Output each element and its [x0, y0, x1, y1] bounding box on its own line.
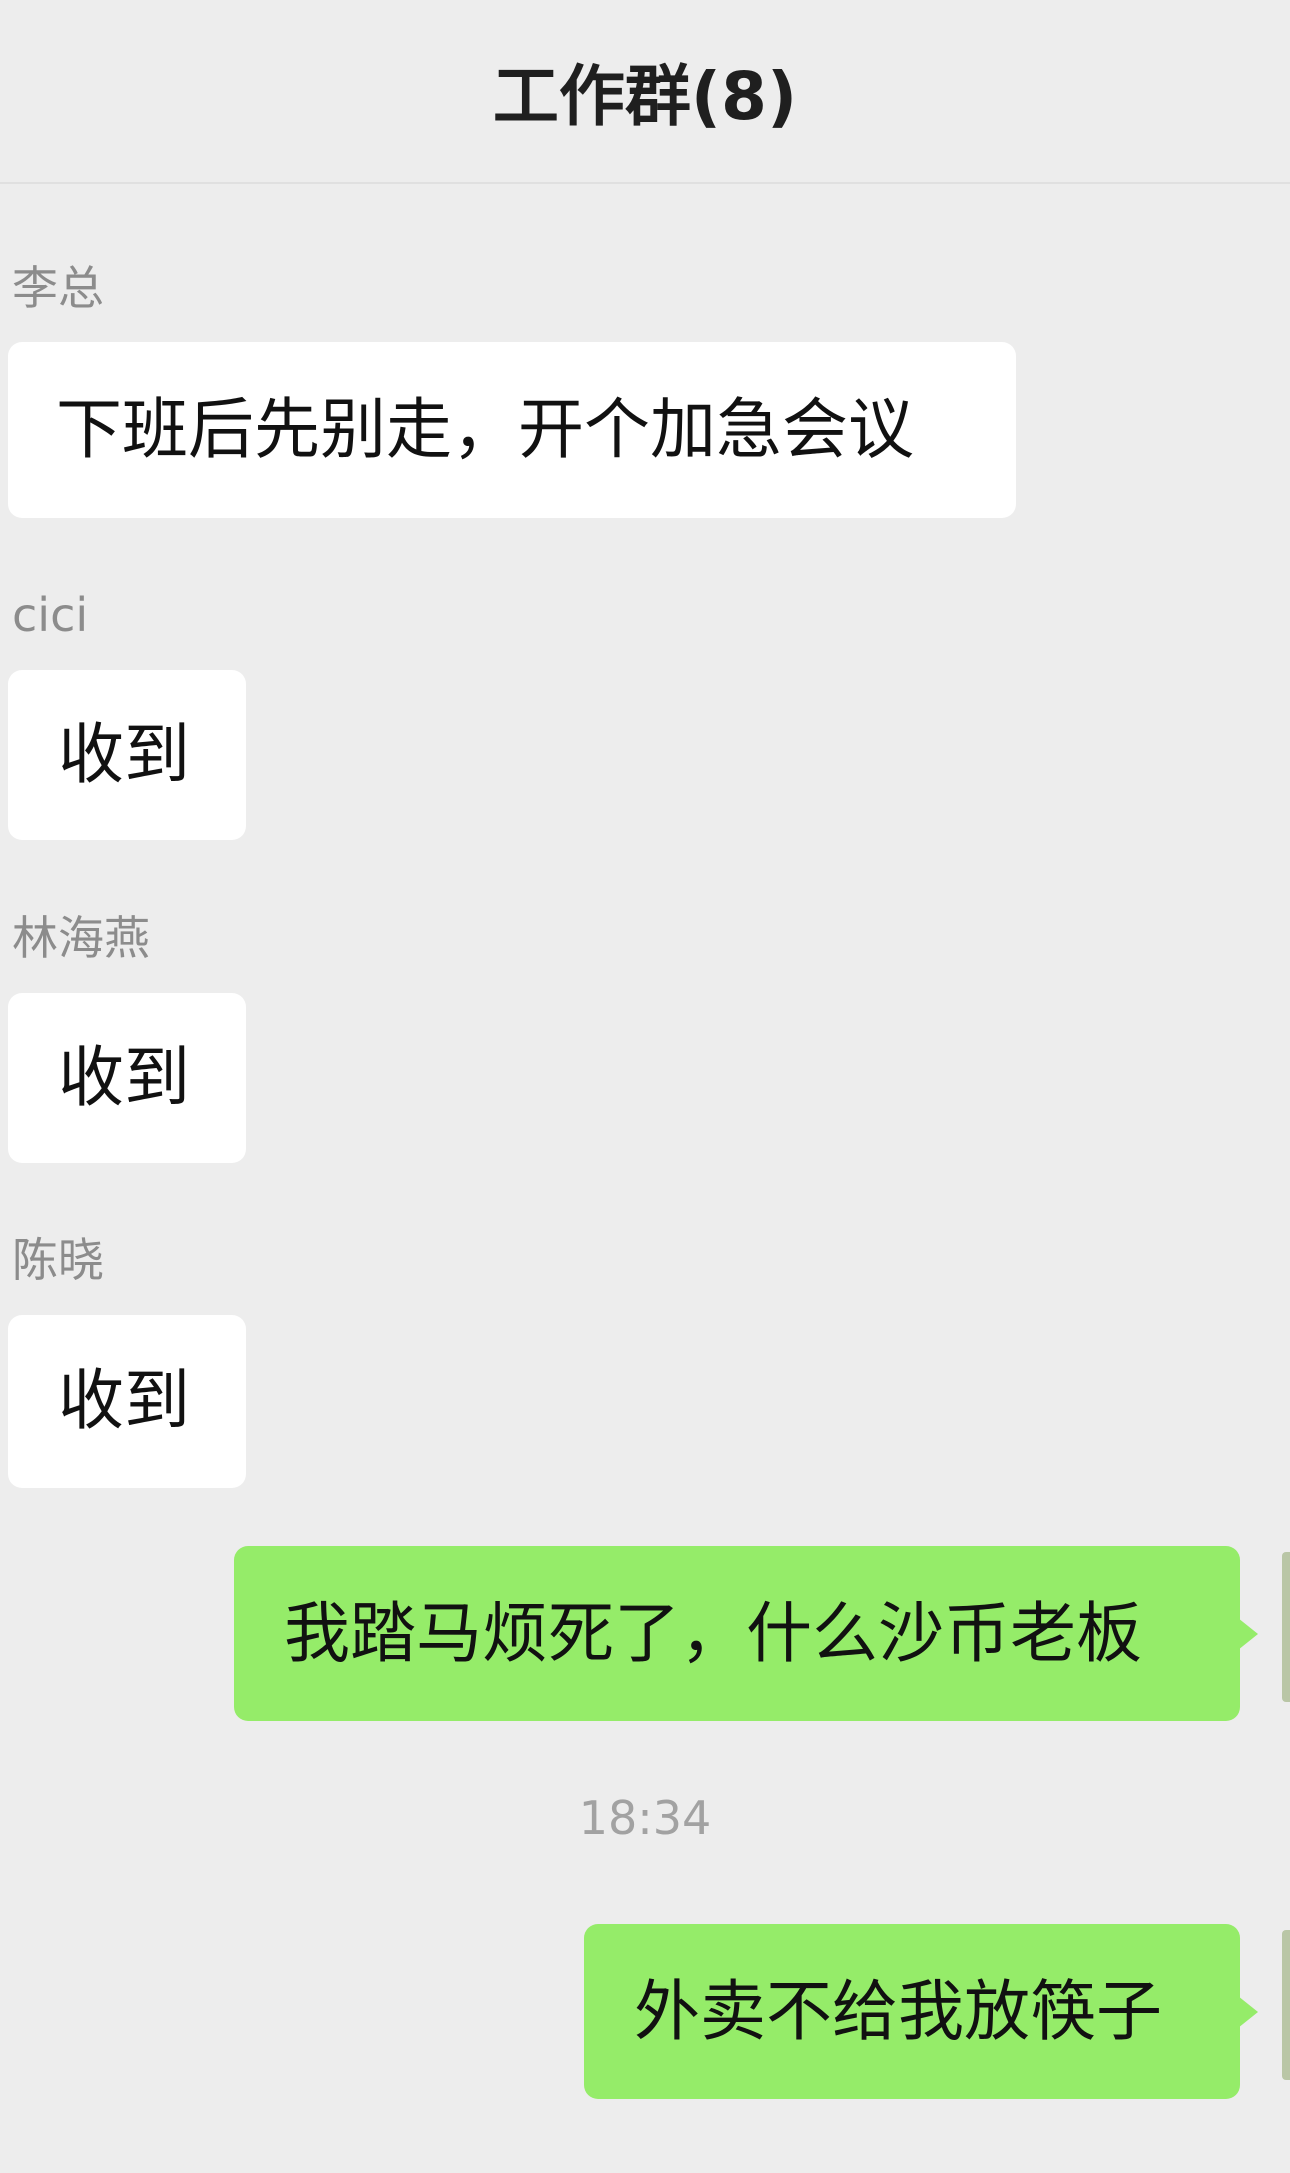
- chat-screen: 工作群(8) 李总 下班后先别走，开个加急会议 cici 收到 林海燕 收到 陈…: [0, 0, 1290, 2173]
- message-bubble[interactable]: 下班后先别走，开个加急会议: [8, 342, 1016, 518]
- message-timestamp: 18:34: [578, 1791, 712, 1845]
- message-text: 收到: [58, 1362, 190, 1439]
- avatar[interactable]: [1282, 1930, 1290, 2080]
- chat-header: 工作群(8): [0, 0, 1290, 184]
- chat-title: 工作群(8): [492, 58, 798, 135]
- message-bubble[interactable]: 收到: [8, 1315, 246, 1488]
- message-bubble-outgoing[interactable]: 我踏马烦死了，什么沙币老板: [234, 1546, 1258, 1721]
- sender-name: 李总: [12, 261, 104, 315]
- message-text: 收到: [58, 716, 190, 793]
- sender-name: 陈晓: [12, 1233, 104, 1287]
- message-text: 外卖不给我放筷子: [634, 1973, 1162, 2050]
- avatar[interactable]: [1282, 1552, 1290, 1702]
- message-text: 我踏马烦死了，什么沙币老板: [284, 1595, 1142, 1672]
- message-bubble[interactable]: 收到: [8, 993, 246, 1163]
- message-bubble-outgoing[interactable]: 外卖不给我放筷子: [584, 1924, 1258, 2099]
- message-text: 收到: [58, 1039, 190, 1116]
- sender-name: 林海燕: [12, 911, 150, 965]
- sender-name: cici: [12, 588, 89, 642]
- message-text: 下班后先别走，开个加急会议: [56, 391, 914, 468]
- message-bubble[interactable]: 收到: [8, 670, 246, 840]
